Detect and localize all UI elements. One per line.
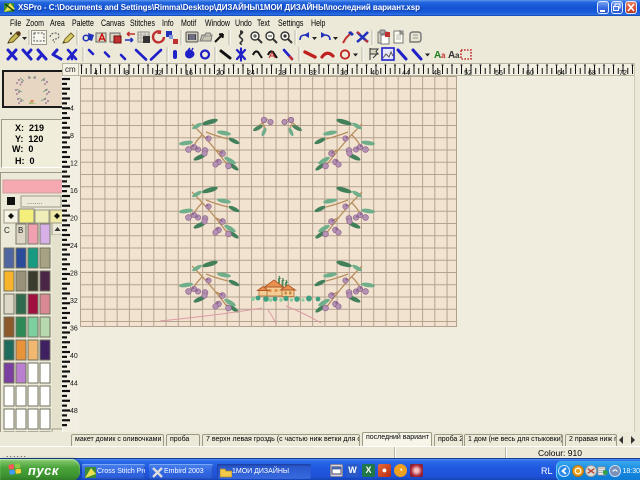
svg-text:40: 40 [70,353,78,360]
svg-text:a: a [441,51,446,60]
svg-text:B: B [18,226,23,235]
svg-text:C: C [4,226,10,235]
svg-text:48: 48 [70,408,78,415]
svg-text:a: a [455,51,460,60]
svg-text:8: 8 [70,133,74,140]
svg-text:32: 32 [70,298,78,305]
svg-text:16: 16 [70,188,78,195]
svg-text:12: 12 [70,161,78,168]
svg-text:36: 36 [70,326,78,333]
svg-text:4: 4 [70,106,74,113]
svg-text:44: 44 [70,381,78,388]
svg-text:20: 20 [70,216,78,223]
svg-text:24: 24 [70,243,78,250]
svg-text:28: 28 [70,271,78,278]
svg-text:........: ........ [27,199,43,206]
